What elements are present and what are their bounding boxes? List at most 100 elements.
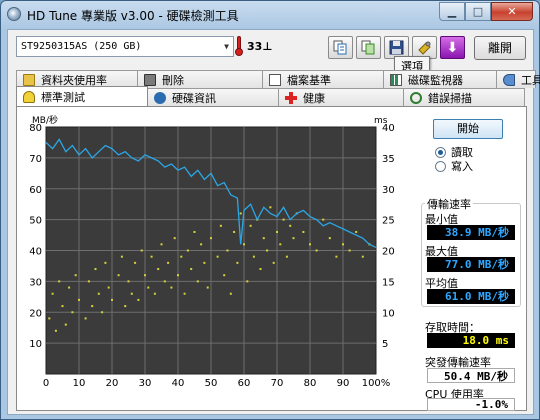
maximize-button[interactable]: □ — [465, 2, 491, 21]
chevron-down-icon: ▼ — [224, 42, 229, 51]
access-time-point — [157, 268, 160, 271]
y-right-tick-label: 35 — [382, 154, 395, 165]
minimize-icon: ▁ — [447, 5, 457, 18]
y-right-tick-label: 20 — [382, 247, 395, 258]
tab-health[interactable]: 健康 — [278, 88, 404, 106]
tab-disk-monitor[interactable]: 磁碟監視器 — [383, 70, 497, 88]
x-tick-label: 90 — [337, 378, 350, 389]
window-controls: ▁ □ ✕ — [439, 2, 533, 21]
tab-label: 刪除 — [162, 73, 184, 87]
access-time-point — [71, 311, 74, 314]
start-button[interactable]: 開始 — [433, 119, 503, 139]
access-time-point — [54, 329, 57, 332]
access-time-point — [285, 255, 288, 258]
benchmark-chart: 0 10 20 30 40 50 60 70 80 90 100%80706050403020104… — [29, 114, 395, 389]
y-left-unit-label: MB/秒 — [32, 114, 58, 126]
copy-screenshot-button[interactable] — [356, 36, 381, 59]
write-radio[interactable]: 寫入 — [435, 158, 473, 174]
copy-text-button[interactable] — [328, 36, 353, 59]
lightbulb-icon — [23, 90, 35, 103]
minimize-button[interactable]: ▁ — [439, 2, 465, 21]
access-time-point — [259, 268, 262, 271]
access-time-point — [229, 292, 232, 295]
access-time-point — [262, 237, 265, 240]
access-time-point — [78, 298, 80, 301]
write-radio-indicator — [435, 160, 446, 172]
access-time-point — [147, 286, 150, 289]
trash-icon — [144, 73, 156, 86]
tab-erase[interactable]: 刪除 — [137, 70, 263, 88]
y-left-tick-label: 10 — [29, 339, 42, 350]
x-tick-label: 100% — [362, 378, 391, 389]
y-right-tick-label: 15 — [382, 277, 395, 288]
close-button[interactable]: ✕ — [491, 2, 533, 21]
access-time-point — [342, 243, 344, 246]
access-time-point — [282, 218, 285, 221]
access-time-point — [249, 224, 252, 227]
access-time-point — [223, 274, 226, 277]
drive-select[interactable]: ST9250315AS (250 GB) ▼ — [16, 36, 234, 57]
access-time-point — [200, 243, 203, 246]
access-time-value: 18.0 ms — [427, 333, 515, 348]
access-time-point — [74, 274, 77, 277]
tab-benchmark[interactable]: 標準測試 — [16, 86, 148, 106]
access-time-point — [348, 249, 351, 252]
access-time-point — [322, 218, 325, 221]
access-time-point — [302, 230, 305, 233]
y-left-tick-label: 60 — [29, 185, 42, 196]
x-tick-label: 10 — [73, 378, 86, 389]
access-time-point — [101, 311, 104, 314]
info-icon — [154, 91, 166, 104]
access-time-point — [186, 249, 189, 252]
tab-error-scan[interactable]: 錯誤掃描 — [403, 88, 525, 106]
access-time-point — [127, 280, 130, 283]
access-time-point — [167, 261, 170, 264]
access-time-point — [124, 305, 127, 308]
access-time-point — [120, 255, 123, 258]
access-time-point — [219, 224, 222, 227]
tab-file-benchmark[interactable]: 檔案基準 — [262, 70, 384, 88]
access-time-point — [97, 292, 100, 295]
write-radio-label: 寫入 — [451, 160, 473, 173]
y-left-tick-label: 50 — [29, 216, 42, 227]
access-time-point — [203, 261, 206, 264]
access-time-point — [144, 274, 146, 277]
transfer-rate-title: 傳輸速率 — [425, 196, 473, 212]
x-tick-label: 60 — [238, 378, 251, 389]
y-left-tick-label: 70 — [29, 154, 42, 165]
title-bar[interactable]: HD Tune 專業版 v3.00 - 硬碟檢測工具 ▁ □ ✕ — [1, 1, 539, 27]
y-left-tick-label: 40 — [29, 247, 42, 258]
save-icon — [389, 40, 404, 55]
window-title: HD Tune 專業版 v3.00 - 硬碟檢測工具 — [27, 9, 239, 23]
close-icon: ✕ — [507, 5, 517, 18]
tab-tools[interactable]: 工具 — [496, 70, 540, 88]
temperature-value: 33 — [247, 40, 263, 53]
drive-select-value: ST9250315AS (250 GB) — [21, 41, 142, 52]
tab-label: 工具 — [521, 73, 540, 87]
access-time-point — [160, 243, 163, 246]
access-time-point — [91, 305, 94, 308]
exit-button[interactable]: 離開 — [474, 36, 526, 60]
tabs-bottom-row: 標準測試 硬碟資訊 健康 錯誤掃描 — [16, 86, 525, 106]
download-button[interactable]: ⬇ — [440, 36, 465, 59]
client-area: ST9250315AS (250 GB) ▼ 33⊥ ⬇ 離開 選項 資料夾使用… — [7, 29, 540, 415]
tab-drive-info[interactable]: 硬碟資訊 — [147, 88, 279, 106]
y-right-tick-label: 5 — [382, 339, 388, 350]
tab-label: 磁碟監視器 — [408, 73, 463, 87]
x-tick-label: 20 — [106, 378, 119, 389]
access-time-point — [137, 298, 140, 301]
temperature-unit: ⊥ — [262, 40, 273, 53]
read-radio-indicator — [435, 146, 446, 158]
file-icon — [269, 73, 281, 86]
access-time-point — [243, 243, 245, 246]
temperature-readout: 33⊥ — [247, 40, 272, 53]
x-tick-label: 40 — [172, 378, 185, 389]
avg-value: 61.0 MB/秒 — [427, 289, 515, 304]
access-time-point — [61, 305, 64, 308]
x-tick-label: 0 — [43, 378, 49, 389]
speaker-icon — [503, 73, 515, 86]
tab-label: 硬碟資訊 — [172, 91, 216, 105]
access-time-point — [140, 249, 143, 252]
access-time-point — [292, 237, 295, 240]
access-time-point — [68, 286, 71, 289]
